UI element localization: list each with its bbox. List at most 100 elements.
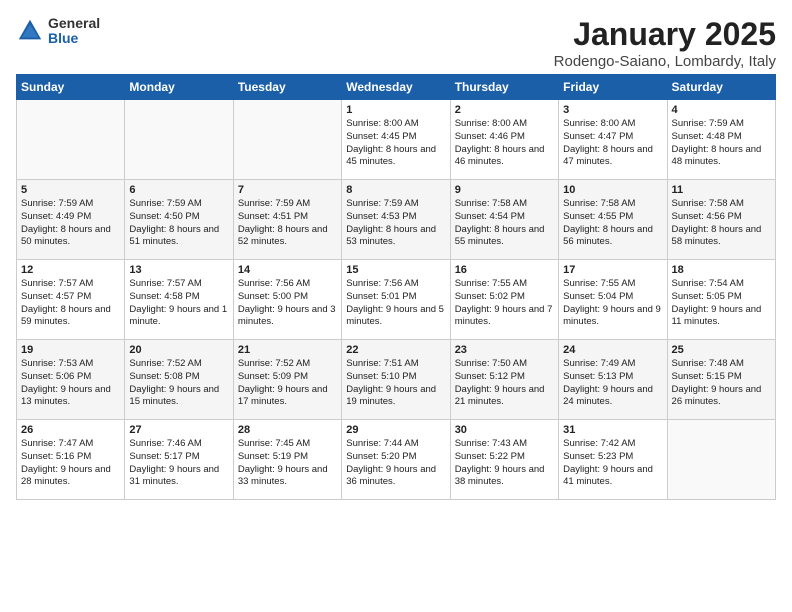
table-row [125, 100, 233, 180]
day-number: 11 [672, 184, 771, 196]
calendar-table: Sunday Monday Tuesday Wednesday Thursday… [16, 74, 776, 500]
day-number: 5 [21, 184, 120, 196]
header-saturday: Saturday [667, 75, 775, 100]
day-number: 1 [346, 104, 445, 116]
table-row: 31 Sunrise: 7:42 AM Sunset: 5:23 PM Dayli… [559, 420, 667, 500]
calendar-week-row: 5 Sunrise: 7:59 AM Sunset: 4:49 PM Daylig… [17, 180, 776, 260]
day-number: 2 [455, 104, 554, 116]
table-row: 6Sunrise: 7:59 AM Sunset: 4:50 PM Daylig… [125, 180, 233, 260]
day-info: Sunrise: 7:58 AM Sunset: 4:55 PM Dayligh… [563, 198, 662, 249]
calendar-week-row: 12Sunrise: 7:57 AM Sunset: 4:57 PM Dayli… [17, 260, 776, 340]
table-row: 16 Sunrise: 7:55 AM Sunset: 5:02 PM Dayli… [450, 260, 558, 340]
day-number: 17 [563, 264, 662, 276]
calendar-week-row: 26 Sunrise: 7:47 AM Sunset: 5:16 PM Dayli… [17, 420, 776, 500]
table-row: 1 Sunrise: 8:00 AM Sunset: 4:45 PM Daylig… [342, 100, 450, 180]
header-tuesday: Tuesday [233, 75, 341, 100]
table-row: 20Sunrise: 7:52 AM Sunset: 5:08 PM Dayli… [125, 340, 233, 420]
day-info: Sunrise: 7:49 AM Sunset: 5:13 PM Dayligh… [563, 358, 662, 409]
table-row: 4Sunrise: 7:59 AM Sunset: 4:48 PM Daylig… [667, 100, 775, 180]
day-number: 26 [21, 424, 120, 436]
day-info: Sunrise: 7:52 AM Sunset: 5:09 PM Dayligh… [238, 358, 337, 409]
header-thursday: Thursday [450, 75, 558, 100]
day-number: 9 [455, 184, 554, 196]
day-info: Sunrise: 7:53 AM Sunset: 5:06 PM Dayligh… [21, 358, 120, 409]
day-info: Sunrise: 7:50 AM Sunset: 5:12 PM Dayligh… [455, 358, 554, 409]
day-number: 7 [238, 184, 337, 196]
table-row: 9 Sunrise: 7:58 AM Sunset: 4:54 PM Daylig… [450, 180, 558, 260]
table-row: 14 Sunrise: 7:56 AM Sunset: 5:00 PM Dayli… [233, 260, 341, 340]
day-number: 15 [346, 264, 445, 276]
table-row: 21 Sunrise: 7:52 AM Sunset: 5:09 PM Dayli… [233, 340, 341, 420]
weekday-header-row: Sunday Monday Tuesday Wednesday Thursday… [17, 75, 776, 100]
day-info: Sunrise: 8:00 AM Sunset: 4:47 PM Dayligh… [563, 118, 662, 169]
table-row: 26 Sunrise: 7:47 AM Sunset: 5:16 PM Dayli… [17, 420, 125, 500]
day-info: Sunrise: 7:59 AM Sunset: 4:51 PM Dayligh… [238, 198, 337, 249]
calendar-week-row: 1 Sunrise: 8:00 AM Sunset: 4:45 PM Daylig… [17, 100, 776, 180]
day-info: Sunrise: 7:47 AM Sunset: 5:16 PM Dayligh… [21, 438, 120, 489]
day-number: 28 [238, 424, 337, 436]
table-row: 3 Sunrise: 8:00 AM Sunset: 4:47 PM Daylig… [559, 100, 667, 180]
header-wednesday: Wednesday [342, 75, 450, 100]
day-number: 21 [238, 344, 337, 356]
day-number: 16 [455, 264, 554, 276]
day-info: Sunrise: 7:42 AM Sunset: 5:23 PM Dayligh… [563, 438, 662, 489]
day-info: Sunrise: 7:54 AM Sunset: 5:05 PM Dayligh… [672, 278, 771, 329]
calendar-week-row: 19Sunrise: 7:53 AM Sunset: 5:06 PM Dayli… [17, 340, 776, 420]
day-info: Sunrise: 7:56 AM Sunset: 5:01 PM Dayligh… [346, 278, 445, 329]
table-row [17, 100, 125, 180]
table-row: 30Sunrise: 7:43 AM Sunset: 5:22 PM Dayli… [450, 420, 558, 500]
table-row: 5 Sunrise: 7:59 AM Sunset: 4:49 PM Daylig… [17, 180, 125, 260]
day-number: 18 [672, 264, 771, 276]
day-info: Sunrise: 7:59 AM Sunset: 4:50 PM Dayligh… [129, 198, 228, 249]
logo: General Blue [16, 16, 100, 47]
table-row: 13 Sunrise: 7:57 AM Sunset: 4:58 PM Dayli… [125, 260, 233, 340]
day-info: Sunrise: 7:43 AM Sunset: 5:22 PM Dayligh… [455, 438, 554, 489]
day-info: Sunrise: 7:45 AM Sunset: 5:19 PM Dayligh… [238, 438, 337, 489]
table-row: 17 Sunrise: 7:55 AM Sunset: 5:04 PM Dayli… [559, 260, 667, 340]
day-info: Sunrise: 7:55 AM Sunset: 5:02 PM Dayligh… [455, 278, 554, 329]
header-friday: Friday [559, 75, 667, 100]
header: General Blue January 2025 Rodengo-Saiano… [16, 16, 776, 70]
day-info: Sunrise: 7:56 AM Sunset: 5:00 PM Dayligh… [238, 278, 337, 329]
logo-text: General Blue [48, 16, 100, 47]
table-row: 24 Sunrise: 7:49 AM Sunset: 5:13 PM Dayli… [559, 340, 667, 420]
day-info: Sunrise: 7:51 AM Sunset: 5:10 PM Dayligh… [346, 358, 445, 409]
table-row: 25Sunrise: 7:48 AM Sunset: 5:15 PM Dayli… [667, 340, 775, 420]
day-number: 14 [238, 264, 337, 276]
day-number: 8 [346, 184, 445, 196]
table-row: 8Sunrise: 7:59 AM Sunset: 4:53 PM Daylig… [342, 180, 450, 260]
table-row: 7 Sunrise: 7:59 AM Sunset: 4:51 PM Daylig… [233, 180, 341, 260]
day-number: 27 [129, 424, 228, 436]
day-number: 4 [672, 104, 771, 116]
day-info: Sunrise: 7:58 AM Sunset: 4:54 PM Dayligh… [455, 198, 554, 249]
header-sunday: Sunday [17, 75, 125, 100]
day-info: Sunrise: 7:57 AM Sunset: 4:58 PM Dayligh… [129, 278, 228, 329]
day-number: 13 [129, 264, 228, 276]
day-number: 10 [563, 184, 662, 196]
day-info: Sunrise: 8:00 AM Sunset: 4:45 PM Dayligh… [346, 118, 445, 169]
day-number: 29 [346, 424, 445, 436]
day-number: 3 [563, 104, 662, 116]
table-row: 11 Sunrise: 7:58 AM Sunset: 4:56 PM Dayli… [667, 180, 775, 260]
table-row [233, 100, 341, 180]
day-number: 31 [563, 424, 662, 436]
day-info: Sunrise: 7:46 AM Sunset: 5:17 PM Dayligh… [129, 438, 228, 489]
day-info: Sunrise: 7:58 AM Sunset: 4:56 PM Dayligh… [672, 198, 771, 249]
day-info: Sunrise: 7:59 AM Sunset: 4:49 PM Dayligh… [21, 198, 120, 249]
day-number: 23 [455, 344, 554, 356]
day-number: 24 [563, 344, 662, 356]
day-number: 12 [21, 264, 120, 276]
table-row: 28 Sunrise: 7:45 AM Sunset: 5:19 PM Dayli… [233, 420, 341, 500]
table-row [667, 420, 775, 500]
logo-blue: Blue [48, 31, 100, 46]
table-row: 22 Sunrise: 7:51 AM Sunset: 5:10 PM Dayli… [342, 340, 450, 420]
table-row: 2Sunrise: 8:00 AM Sunset: 4:46 PM Daylig… [450, 100, 558, 180]
day-number: 22 [346, 344, 445, 356]
header-monday: Monday [125, 75, 233, 100]
day-info: Sunrise: 7:55 AM Sunset: 5:04 PM Dayligh… [563, 278, 662, 329]
calendar-subtitle: Rodengo-Saiano, Lombardy, Italy [554, 53, 776, 70]
day-info: Sunrise: 7:52 AM Sunset: 5:08 PM Dayligh… [129, 358, 228, 409]
table-row: 19Sunrise: 7:53 AM Sunset: 5:06 PM Dayli… [17, 340, 125, 420]
table-row: 18 Sunrise: 7:54 AM Sunset: 5:05 PM Dayli… [667, 260, 775, 340]
calendar-body: 1 Sunrise: 8:00 AM Sunset: 4:45 PM Daylig… [17, 100, 776, 500]
